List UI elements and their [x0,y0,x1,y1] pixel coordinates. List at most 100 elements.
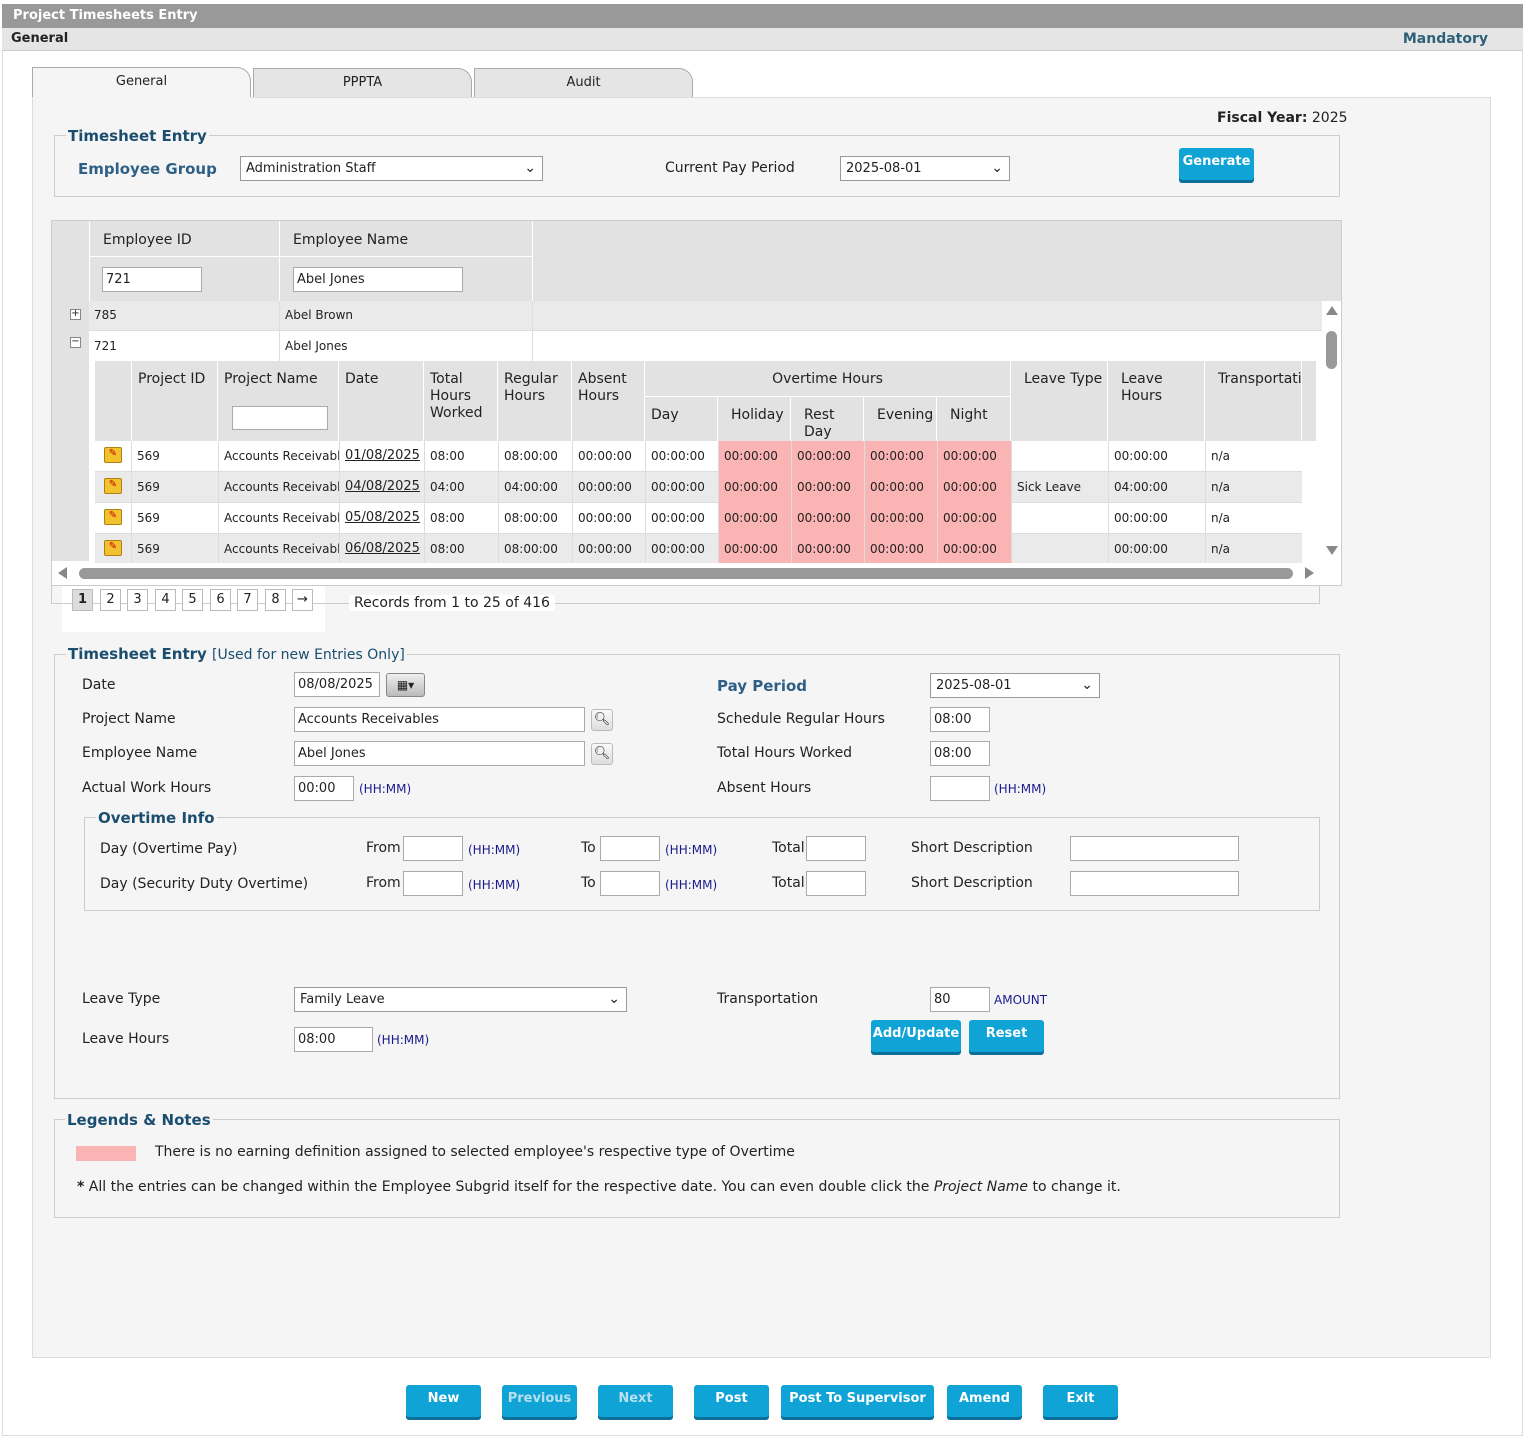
total-input[interactable] [806,836,866,861]
edit-icon[interactable]: ✎ [104,447,122,463]
cell-date[interactable]: 01/08/2025 [339,441,424,472]
leave-hours-input[interactable]: 08:00 [294,1027,373,1052]
cell-holiday: 00:00:00 [718,534,791,565]
scroll-thumb[interactable] [1326,331,1337,369]
short-description-label: Short Description [911,840,1033,856]
short-description-input[interactable] [1070,836,1239,861]
col-regular-hours: Regular Hours [498,361,572,441]
to-input[interactable] [600,871,660,896]
next-button[interactable]: Next [598,1385,673,1417]
total-label: Total [772,875,805,891]
page-1[interactable]: 1 [72,589,93,611]
cell-pid: 569 [131,472,218,503]
table-row[interactable] [89,301,1322,331]
page-5[interactable]: 5 [182,589,203,611]
chevron-down-icon: ⌄ [1081,677,1093,693]
vertical-scrollbar[interactable] [1322,301,1341,563]
overtime-row-label: Day (Overtime Pay) [100,841,238,857]
employee-name-input[interactable]: Abel Jones [294,741,585,766]
cell-date[interactable]: 04/08/2025 [339,472,424,503]
absent-hours-input[interactable] [930,776,990,801]
scroll-up-icon[interactable] [1326,306,1338,315]
cell-evening: 00:00:00 [864,441,937,472]
post-button[interactable]: Post [694,1385,769,1417]
filter-employee-id[interactable]: 721 [102,267,202,292]
mandatory-link[interactable]: Mandatory [1403,31,1488,47]
cell-date[interactable]: 05/08/2025 [339,503,424,534]
cell-pname[interactable]: Accounts Receivable [218,441,339,472]
to-input[interactable] [600,836,660,861]
cell-absent: 00:00:00 [572,534,645,565]
employee-group-select[interactable]: Administration Staff ⌄ [240,156,543,181]
filter-employee-name[interactable]: Abel Jones [293,267,463,292]
to-label: To [581,840,596,856]
previous-button[interactable]: Previous [502,1385,577,1417]
new-button[interactable]: New [406,1385,481,1417]
tab-pppta[interactable]: PPPTA [253,68,472,98]
scroll-right-icon[interactable] [1305,567,1314,579]
cell-evening: 00:00:00 [864,472,937,503]
schedule-hours-input[interactable]: 08:00 [930,707,990,732]
page-4[interactable]: 4 [155,589,176,611]
cell-pname[interactable]: Accounts Receivable [218,534,339,565]
leave-type-select[interactable]: Family Leave ⌄ [294,987,627,1012]
date-input[interactable]: 08/08/2025 [294,672,380,697]
tab-audit[interactable]: Audit [474,68,693,98]
cell-pname[interactable]: Accounts Receivable [218,472,339,503]
collapse-icon[interactable]: − [70,337,81,348]
tab-general[interactable]: General [32,67,251,98]
from-input[interactable] [403,836,463,861]
schedule-hours-label: Schedule Regular Hours [717,711,885,727]
horizontal-scrollbar[interactable] [52,563,1341,585]
to-label: To [581,875,596,891]
page-3[interactable]: 3 [127,589,148,611]
cell-pname[interactable]: Accounts Receivable [218,503,339,534]
col-employee-id: Employee ID [103,232,192,248]
hhmm-hint: (HH:MM) [468,878,521,892]
cell-night: 00:00:00 [937,534,1011,565]
overtime-info-legend: Overtime Info [96,809,217,827]
add-update-button[interactable]: Add/Update [871,1020,961,1052]
scroll-left-icon[interactable] [58,567,67,579]
project-name-input[interactable]: Accounts Receivables [294,707,585,732]
cell-day: 00:00:00 [645,503,718,534]
from-input[interactable] [403,871,463,896]
post-to-supervisor-button[interactable]: Post To Supervisor [781,1385,934,1417]
search-icon[interactable]: 🔍︎ [591,743,613,765]
table-row[interactable] [89,331,1322,361]
page-2[interactable]: 2 [100,589,121,611]
edit-icon[interactable]: ✎ [104,540,122,556]
search-icon[interactable]: 🔍︎ [591,709,613,731]
exit-button[interactable]: Exit [1043,1385,1118,1417]
current-pay-period-label: Current Pay Period [665,160,795,176]
edit-icon[interactable]: ✎ [104,478,122,494]
section-title: General [11,31,69,46]
employee-id: 785 [94,308,117,322]
short-description-input[interactable] [1070,871,1239,896]
cell-total: 08:00 [424,441,498,472]
overtime-info-box [84,817,1320,911]
date-label: Date [82,677,116,693]
page-6[interactable]: 6 [210,589,231,611]
transportation-input[interactable]: 80 [930,987,990,1012]
generate-button[interactable]: Generate [1179,148,1254,180]
current-pay-period-select[interactable]: 2025-08-01 ⌄ [840,156,1010,181]
filter-project-name[interactable] [232,406,328,430]
scroll-down-icon[interactable] [1326,546,1338,555]
cell-trans: n/a [1205,441,1302,472]
reset-button[interactable]: Reset [969,1020,1044,1052]
scroll-thumb-h[interactable] [79,568,1293,579]
pay-period-select[interactable]: 2025-08-01 ⌄ [930,673,1100,698]
total-input[interactable] [806,871,866,896]
amend-button[interactable]: Amend [947,1385,1022,1417]
cell-date[interactable]: 06/08/2025 [339,534,424,565]
next-page-icon[interactable]: → [292,589,313,611]
page-7[interactable]: 7 [237,589,258,611]
total-hours-input[interactable]: 08:00 [930,741,990,766]
edit-icon[interactable]: ✎ [104,509,122,525]
actual-hours-input[interactable]: 00:00 [294,776,354,801]
expand-icon[interactable]: + [70,309,81,320]
cell-trans: n/a [1205,503,1302,534]
page-8[interactable]: 8 [265,589,286,611]
calendar-icon[interactable]: ▦▾ [386,673,425,697]
